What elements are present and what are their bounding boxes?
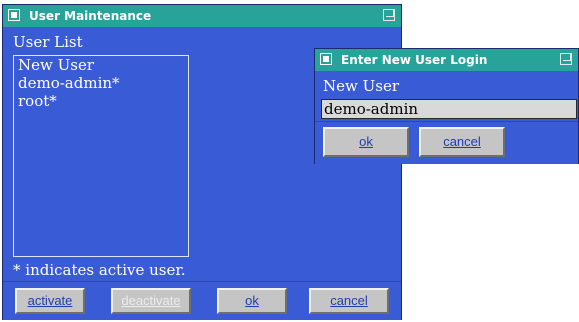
dialog-cancel-button[interactable]: cancel <box>419 127 505 157</box>
ok-button[interactable]: ok <box>217 288 287 314</box>
window-menu-icon[interactable] <box>320 53 332 65</box>
new-user-label: New User <box>323 77 399 95</box>
window-title: User Maintenance <box>29 9 152 23</box>
cancel-button[interactable]: cancel <box>309 288 389 314</box>
maximize-icon[interactable] <box>383 9 395 21</box>
list-item[interactable]: demo-admin* <box>14 74 188 92</box>
deactivate-button[interactable]: deactivate <box>111 288 191 314</box>
maximize-icon[interactable] <box>560 53 572 65</box>
dialog-title: Enter New User Login <box>341 53 488 67</box>
user-maintenance-titlebar[interactable]: User Maintenance <box>3 5 401 27</box>
dialog-button-bar: ok cancel <box>315 121 578 164</box>
active-user-footnote: * indicates active user. <box>13 261 186 279</box>
activate-button[interactable]: activate <box>15 288 85 314</box>
window-menu-icon[interactable] <box>8 9 20 21</box>
login-dialog-window: Enter New User Login New User demo-admin… <box>314 48 579 164</box>
list-item[interactable]: root* <box>14 92 188 110</box>
login-dialog-titlebar[interactable]: Enter New User Login <box>315 49 578 71</box>
user-listbox[interactable]: New User demo-admin* root* <box>13 55 189 257</box>
list-item[interactable]: New User <box>14 56 188 74</box>
user-list-label: User List <box>13 33 83 51</box>
new-user-login-input[interactable]: demo-admin <box>321 99 577 119</box>
main-button-bar: activate deactivate ok cancel <box>3 281 401 320</box>
dialog-ok-button[interactable]: ok <box>323 127 409 157</box>
